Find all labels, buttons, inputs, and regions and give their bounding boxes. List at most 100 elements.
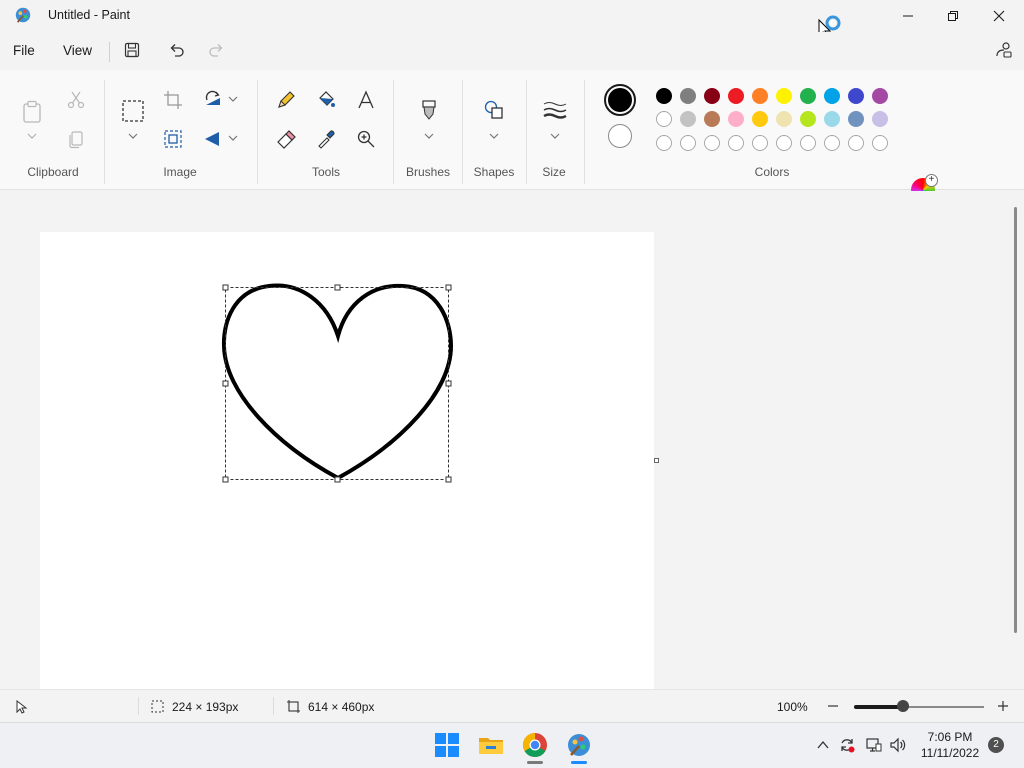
- color-swatch[interactable]: [680, 88, 696, 104]
- color-swatch[interactable]: [680, 111, 696, 127]
- color-swatch[interactable]: [776, 111, 792, 127]
- fill-button[interactable]: [315, 89, 337, 111]
- color-swatch[interactable]: [728, 88, 744, 104]
- copy-button[interactable]: [65, 128, 87, 150]
- magnifier-button[interactable]: [355, 128, 377, 150]
- primary-color-button[interactable]: [604, 84, 636, 116]
- paste-chevron-icon[interactable]: [27, 133, 37, 139]
- color-swatch[interactable]: [800, 111, 816, 127]
- flip-button[interactable]: [202, 128, 224, 150]
- crop-button[interactable]: [162, 89, 184, 111]
- minimize-button[interactable]: [885, 0, 931, 32]
- custom-color-slot[interactable]: [800, 135, 816, 151]
- menu-bar: File View: [0, 32, 1024, 70]
- custom-color-slot[interactable]: [776, 135, 792, 151]
- color-picker-button[interactable]: [315, 128, 337, 150]
- menu-file[interactable]: File: [13, 43, 35, 58]
- custom-color-slot[interactable]: [872, 135, 888, 151]
- color-swatch[interactable]: [728, 111, 744, 127]
- shapes-chevron-icon[interactable]: [489, 133, 499, 139]
- color-swatch[interactable]: [872, 88, 888, 104]
- rotate-chevron-icon[interactable]: [228, 96, 238, 102]
- custom-color-slot[interactable]: [824, 135, 840, 151]
- copy-icon: [69, 131, 83, 149]
- custom-color-slot[interactable]: [704, 135, 720, 151]
- custom-color-slot[interactable]: [848, 135, 864, 151]
- color-swatch[interactable]: [656, 88, 672, 104]
- cut-button[interactable]: [65, 89, 87, 111]
- selection-box[interactable]: [225, 287, 449, 480]
- work-area: [0, 191, 1024, 692]
- close-icon: [993, 10, 1005, 22]
- sync-icon[interactable]: [839, 737, 855, 753]
- group-separator: [584, 80, 585, 184]
- zoom-out-icon[interactable]: [827, 700, 839, 712]
- size-button[interactable]: [543, 99, 567, 121]
- shapes-button[interactable]: [483, 99, 505, 121]
- pencil-icon: [278, 91, 295, 108]
- select-chevron-icon[interactable]: [128, 133, 138, 139]
- save-icon[interactable]: [123, 41, 141, 59]
- chevron-up-icon[interactable]: [815, 737, 831, 753]
- paint-taskbar-icon[interactable]: [566, 732, 592, 758]
- color-swatch[interactable]: [824, 111, 840, 127]
- custom-color-slot[interactable]: [656, 135, 672, 151]
- rotate-button[interactable]: [202, 89, 224, 111]
- custom-color-slot[interactable]: [680, 135, 696, 151]
- color-swatch[interactable]: [752, 111, 768, 127]
- vertical-scrollbar[interactable]: [1014, 207, 1017, 633]
- brushes-button[interactable]: [418, 99, 440, 121]
- eyedropper-icon: [318, 130, 335, 149]
- color-swatch[interactable]: [776, 88, 792, 104]
- custom-color-slot[interactable]: [728, 135, 744, 151]
- pencil-button[interactable]: [275, 89, 297, 111]
- zoom-slider-thumb[interactable]: [897, 700, 910, 712]
- flip-chevron-icon[interactable]: [228, 135, 238, 141]
- canvas-resize-handle[interactable]: [654, 458, 659, 463]
- share-icon[interactable]: [995, 41, 1013, 59]
- window-title: Untitled - Paint: [48, 8, 130, 22]
- color-swatch[interactable]: [704, 111, 720, 127]
- selection-handles[interactable]: [222, 284, 452, 483]
- title-bar: Untitled - Paint: [0, 0, 1024, 40]
- menu-view[interactable]: View: [63, 43, 92, 58]
- system-clock[interactable]: 7:06 PM 11/11/2022: [915, 729, 985, 761]
- status-bar: 224 × 193px 614 × 460px 100%: [0, 689, 1024, 722]
- color-swatch[interactable]: [704, 88, 720, 104]
- resize-button[interactable]: [162, 128, 184, 150]
- selection-size-icon: [151, 700, 164, 713]
- brushes-chevron-icon[interactable]: [424, 133, 434, 139]
- file-explorer-icon[interactable]: [478, 732, 504, 758]
- color-swatch[interactable]: [848, 88, 864, 104]
- zoom-in-icon[interactable]: [997, 700, 1009, 712]
- paste-button[interactable]: [21, 99, 43, 125]
- redo-icon[interactable]: [207, 41, 225, 59]
- color-swatch[interactable]: [800, 88, 816, 104]
- eraser-button[interactable]: [275, 128, 297, 150]
- color-swatch[interactable]: [872, 111, 888, 127]
- zoom-level-text[interactable]: 100%: [777, 700, 808, 714]
- undo-icon[interactable]: [168, 41, 186, 59]
- restore-button[interactable]: [930, 0, 976, 32]
- color-swatch[interactable]: [824, 88, 840, 104]
- network-icon[interactable]: [866, 737, 882, 753]
- select-button[interactable]: [121, 99, 145, 123]
- group-label-shapes: Shapes: [473, 165, 515, 179]
- volume-icon[interactable]: [890, 737, 906, 753]
- shapes-icon: [484, 100, 503, 119]
- color-swatch[interactable]: [656, 111, 672, 127]
- zoom-slider-fill: [854, 705, 904, 709]
- color-swatch[interactable]: [848, 111, 864, 127]
- drawing-canvas[interactable]: [40, 232, 654, 692]
- windows-start-icon[interactable]: [434, 732, 460, 758]
- size-chevron-icon[interactable]: [550, 133, 560, 139]
- text-button[interactable]: [355, 89, 377, 111]
- custom-color-slot[interactable]: [752, 135, 768, 151]
- secondary-color-button[interactable]: [608, 124, 632, 148]
- notification-badge[interactable]: 2: [988, 737, 1004, 753]
- crop-icon: [164, 91, 182, 109]
- chrome-icon[interactable]: [522, 732, 548, 758]
- close-button[interactable]: [976, 0, 1022, 32]
- heart-shape: [221, 283, 454, 481]
- color-swatch[interactable]: [752, 88, 768, 104]
